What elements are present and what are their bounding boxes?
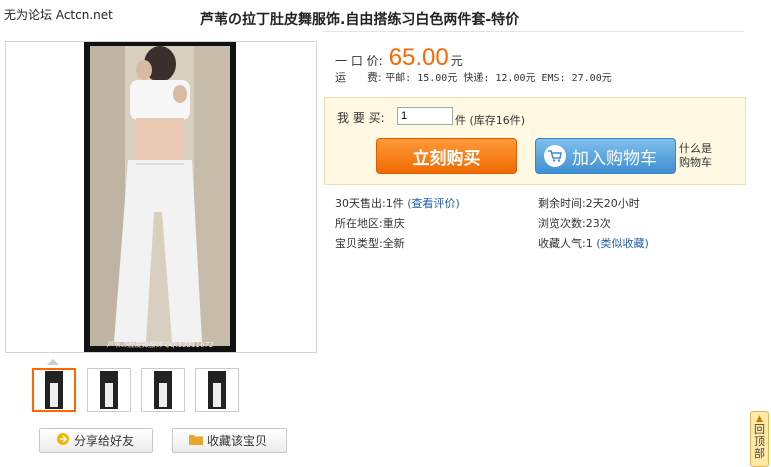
share-label: 分享给好友 [74,434,135,448]
info-row-views: 浏览次数:23次 [538,214,649,234]
share-button[interactable]: 分享给好友 [39,428,153,453]
product-title: 芦苇の拉丁肚皮舞服饰.自由搭练习白色两件套-特价 [200,12,520,28]
price-label: 一 口 价: [335,54,383,68]
photo-caption: 芦苇の肚皮舞服饰 QQ:12211672 [106,341,214,349]
add-to-cart-label: 加入购物车 [572,148,657,169]
quantity-label: 我 要 买: [337,111,385,125]
main-product-image[interactable]: 芦苇の肚皮舞服饰 QQ:12211672 [5,41,317,353]
thumbnail-4[interactable] [195,368,239,412]
shipping-text: 平邮: 15.00元 快递: 12.00元 EMS: 27.00元 [385,73,612,84]
thumbnail-1[interactable] [32,368,76,412]
back-to-top-button[interactable]: ▲ 回 顶 部 [750,411,769,467]
shipping-row: 运 费: 平邮: 15.00元 快递: 12.00元 EMS: 27.00元 [335,69,612,85]
buy-box: 我 要 买: 件 (库存16件) 立刻购买 加入购物车 什么是 购物车 [324,97,746,185]
what-is-cart-line1: 什么是 [679,142,712,155]
favorite-label: 收藏该宝贝 [207,434,268,448]
info-row-sold: 30天售出:1件 (查看评价) [335,194,460,214]
stock-text: 件 (库存16件) [455,114,526,127]
views-label: 浏览次数: [538,217,586,230]
favorites-label: 收藏人气: [538,237,586,250]
location-label: 所在地区: [335,217,383,230]
favorite-button[interactable]: 收藏该宝贝 [172,428,287,453]
thumbnail-pointer [47,359,59,365]
remaining-label: 剩余时间: [538,197,586,210]
buy-now-button[interactable]: 立刻购买 [376,138,517,174]
price-row: 一 口 价: 65.00 元 [335,44,463,72]
quantity-input[interactable] [397,107,453,125]
similar-favorites-link[interactable]: (类似收藏) [596,237,649,250]
info-row-type: 宝贝类型:全新 [335,234,460,254]
type-label: 宝贝类型: [335,237,383,250]
product-photo: 芦苇の肚皮舞服饰 QQ:12211672 [84,42,236,352]
type-value: 全新 [382,237,405,250]
add-to-cart-button[interactable]: 加入购物车 [535,138,676,174]
share-icon [56,432,70,449]
remaining-value: 2天20小时 [585,197,640,210]
thumbnail-2[interactable] [87,368,131,412]
info-row-favorites: 收藏人气:1 (类似收藏) [538,234,649,254]
thumbnail-3[interactable] [141,368,185,412]
favorites-value: 1 [585,237,593,250]
info-right: 剩余时间:2天20小时 浏览次数:23次 收藏人气:1 (类似收藏) [538,194,649,254]
sold-label: 30天售出: [335,197,386,210]
price-unit: 元 [450,54,463,68]
price-value: 65.00 [388,44,449,71]
info-row-remaining: 剩余时间:2天20小时 [538,194,649,214]
what-is-cart-link[interactable]: 什么是 购物车 [679,142,712,170]
shipping-label: 运 费: [335,71,382,84]
folder-icon [189,433,203,448]
back-to-top-char-3: 部 [754,447,765,460]
location-value: 重庆 [382,217,405,230]
sold-value: 1件 [385,197,404,210]
view-reviews-link[interactable]: (查看评价) [407,197,460,210]
cart-icon [544,145,566,167]
title-divider [323,31,744,32]
info-row-location: 所在地区:重庆 [335,214,460,234]
what-is-cart-line2: 购物车 [679,156,712,169]
watermark: 无为论坛 Actcn.net [4,8,113,22]
views-value: 23次 [585,217,611,230]
info-left: 30天售出:1件 (查看评价) 所在地区:重庆 宝贝类型:全新 [335,194,460,254]
